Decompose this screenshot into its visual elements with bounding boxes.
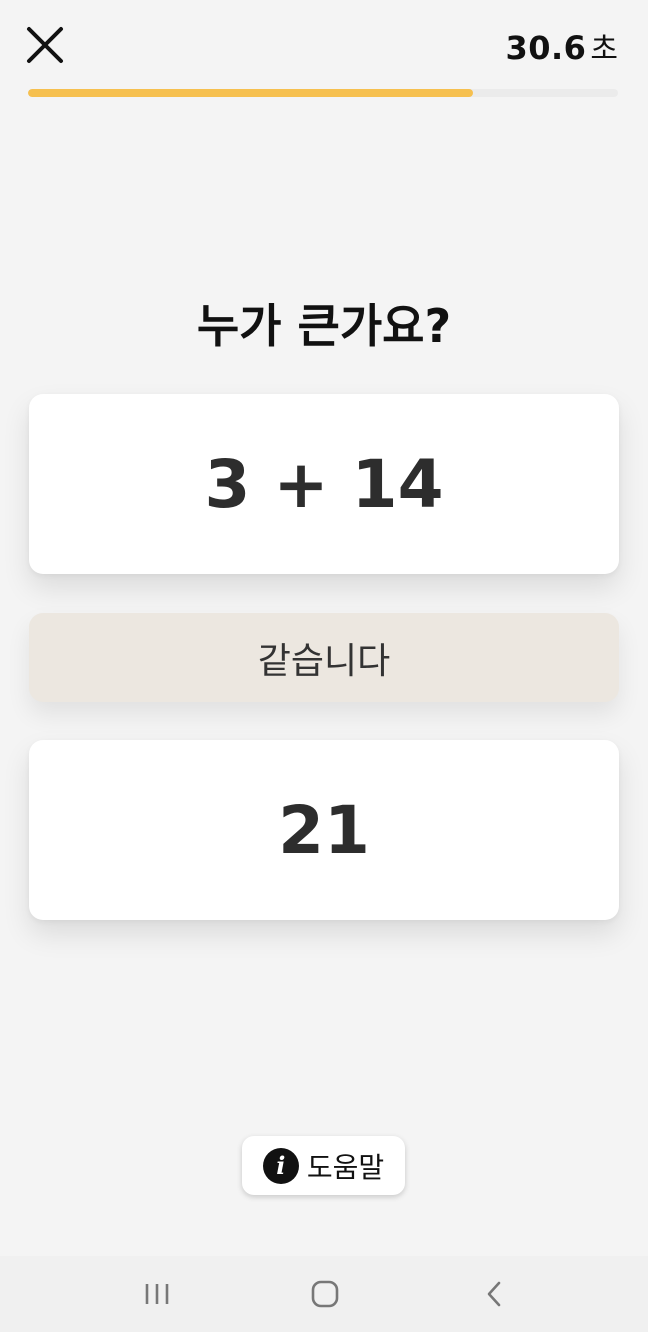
system-navigation-bar [0, 1256, 648, 1332]
option-bottom-number: 21 [278, 791, 370, 869]
close-button[interactable] [22, 22, 68, 68]
timer-unit: 초 [590, 32, 618, 67]
back-button[interactable] [464, 1274, 524, 1314]
time-progress-fill [28, 89, 474, 97]
recent-apps-icon [145, 1284, 169, 1304]
option-top-expression: 3 + 14 [204, 445, 444, 523]
help-button-label: 도움말 [306, 1150, 385, 1184]
home-button[interactable] [295, 1274, 355, 1314]
home-icon [311, 1280, 339, 1308]
quiz-screen: 30.6 초 누가 큰가요? 3 + 14 같습니다 21 i 도움말 [0, 0, 648, 1332]
close-icon [27, 27, 63, 63]
time-progress-bar [28, 89, 618, 97]
back-icon [487, 1281, 501, 1307]
option-bottom-card[interactable]: 21 [29, 740, 619, 920]
info-icon: i [262, 1147, 299, 1184]
timer-value: 30.6 [505, 29, 587, 67]
recent-apps-button[interactable] [127, 1274, 187, 1314]
help-button[interactable]: i 도움말 [242, 1136, 405, 1195]
countdown-timer: 30.6 초 [505, 24, 618, 67]
equal-button[interactable]: 같습니다 [29, 613, 619, 702]
question-title: 누가 큰가요? [196, 299, 452, 353]
option-top-card[interactable]: 3 + 14 [29, 394, 619, 574]
equal-button-label: 같습니다 [257, 640, 391, 682]
